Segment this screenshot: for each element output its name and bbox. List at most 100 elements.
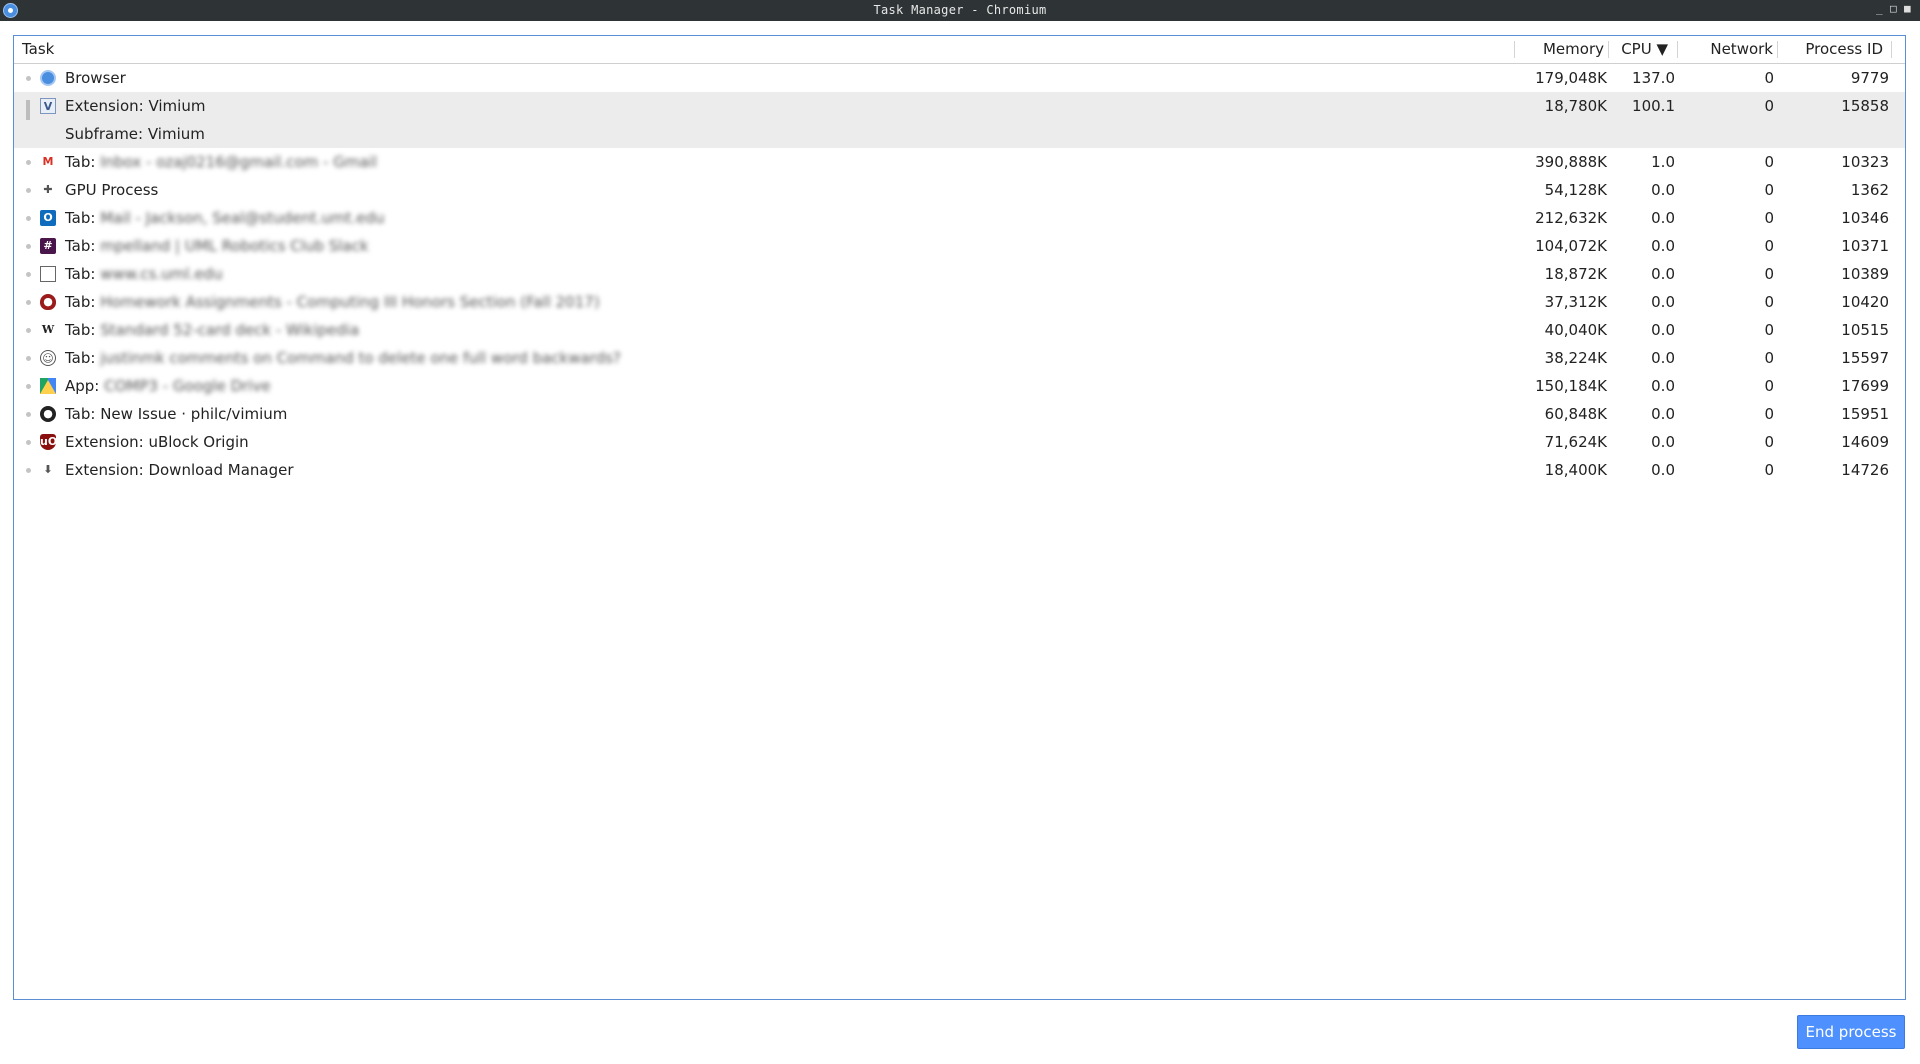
- task-label: GPU Process: [65, 181, 159, 199]
- task-label: Tab:: [65, 321, 96, 339]
- table-row[interactable]: ● Tab: New Issue · philc/vimium 60,848K 0.0…: [14, 400, 1905, 428]
- cpu-cell: 100.1: [1632, 97, 1675, 115]
- maximize-button[interactable]: □: [1890, 2, 1897, 15]
- end-process-button[interactable]: End process: [1797, 1015, 1905, 1049]
- row-bullet: [26, 244, 31, 249]
- cpu-cell: 0.0: [1651, 321, 1675, 339]
- vimium-icon: V: [40, 98, 56, 114]
- row-bullet: [26, 412, 31, 417]
- task-name: Tab: Inbox - ozaj0216@gmail.com - Gmail: [65, 148, 377, 176]
- task-name: Tab: justinmk comments on Command to del…: [65, 344, 621, 372]
- memory-cell: 390,888K: [1535, 153, 1607, 171]
- table-row[interactable]: uO Extension: uBlock Origin 71,624K 0.0 0 146…: [14, 428, 1905, 456]
- column-divider[interactable]: [1891, 41, 1892, 58]
- row-bullet: [26, 160, 31, 165]
- column-divider[interactable]: [1677, 41, 1678, 58]
- column-divider[interactable]: [1608, 41, 1609, 58]
- minimize-button[interactable]: _: [1876, 2, 1883, 15]
- slack-icon: #: [40, 238, 56, 254]
- column-header-memory[interactable]: Memory: [1543, 36, 1604, 63]
- network-cell: 0: [1764, 433, 1774, 451]
- task-name: Tab: Standard 52-card deck - Wikipedia: [65, 316, 359, 344]
- memory-cell: 18,872K: [1544, 265, 1607, 283]
- task-table: Task Memory CPU ▼ Network Process ID Bro…: [13, 35, 1906, 1000]
- task-label: Tab:: [65, 265, 96, 283]
- cpu-cell: 0.0: [1651, 265, 1675, 283]
- download-icon: ⬇: [43, 463, 53, 476]
- cpu-cell: 0.0: [1651, 405, 1675, 423]
- task-name: GPU Process: [65, 176, 158, 204]
- wikipedia-icon: W: [41, 323, 55, 336]
- task-detail-redacted: Mail - Jackson, Seal@student.umt.edu: [100, 209, 385, 227]
- task-label: Tab:: [65, 349, 96, 367]
- row-bullet: [26, 440, 31, 445]
- table-row[interactable]: Tab: www.cs.uml.edu 18,872K 0.0 0 10389: [14, 260, 1905, 288]
- network-cell: 0: [1764, 349, 1774, 367]
- memory-cell: 37,312K: [1544, 293, 1607, 311]
- task-label: Extension: uBlock Origin: [65, 433, 249, 451]
- task-name: Tab: Homework Assignments - Computing II…: [65, 288, 600, 316]
- table-row[interactable]: ☺ Tab: justinmk comments on Command to de…: [14, 344, 1905, 372]
- table-row[interactable]: W Tab: Standard 52-card deck - Wikipedia 4…: [14, 316, 1905, 344]
- task-detail-redacted: justinmk comments on Command to delete o…: [100, 349, 621, 367]
- task-label: Tab:: [65, 293, 96, 311]
- process-id-cell: 15858: [1841, 97, 1889, 115]
- table-row[interactable]: ⬇ Extension: Download Manager 18,400K 0.0 0 1…: [14, 456, 1905, 484]
- task-name: App: COMP3 - Google Drive: [65, 372, 271, 400]
- task-detail-redacted: COMP3 - Google Drive: [104, 377, 271, 395]
- network-cell: 0: [1764, 265, 1774, 283]
- network-cell: 0: [1764, 237, 1774, 255]
- table-row[interactable]: V Extension: Vimium 18,780K 100.1 0 15858: [14, 92, 1905, 136]
- process-id-cell: 14726: [1841, 461, 1889, 479]
- network-cell: 0: [1764, 377, 1774, 395]
- task-label: Tab: New Issue · philc/vimium: [65, 405, 288, 423]
- cpu-cell: 1.0: [1651, 153, 1675, 171]
- memory-cell: 60,848K: [1544, 405, 1607, 423]
- column-divider[interactable]: [1777, 41, 1778, 58]
- table-row[interactable]: # Tab: mpelland | UML Robotics Club Slack…: [14, 232, 1905, 260]
- column-divider[interactable]: [1514, 41, 1515, 58]
- close-button[interactable]: ■: [1904, 2, 1911, 15]
- task-label: Subframe: Vimium: [65, 125, 205, 143]
- table-row[interactable]: ● Tab: Homework Assignments - Computing I…: [14, 288, 1905, 316]
- network-cell: 0: [1764, 181, 1774, 199]
- process-id-cell: 10389: [1841, 265, 1889, 283]
- row-bullet: [26, 328, 31, 333]
- task-name: Tab: mpelland | UML Robotics Club Slack: [65, 232, 369, 260]
- process-id-cell: 10371: [1841, 237, 1889, 255]
- memory-cell: 40,040K: [1544, 321, 1607, 339]
- process-id-cell: 17699: [1841, 377, 1889, 395]
- task-label: App:: [65, 377, 100, 395]
- network-cell: 0: [1764, 405, 1774, 423]
- memory-cell: 38,224K: [1544, 349, 1607, 367]
- table-row[interactable]: App: COMP3 - Google Drive 150,184K 0.0 0 176…: [14, 372, 1905, 400]
- cpu-cell: 0.0: [1651, 461, 1675, 479]
- task-label: Browser: [65, 69, 126, 87]
- column-header-task[interactable]: Task: [22, 36, 54, 63]
- process-id-cell: 14609: [1841, 433, 1889, 451]
- table-row[interactable]: ✚ GPU Process 54,128K 0.0 0 1362: [14, 176, 1905, 204]
- network-cell: 0: [1764, 97, 1774, 115]
- table-row[interactable]: M Tab: Inbox - ozaj0216@gmail.com - Gmail…: [14, 148, 1905, 176]
- task-label: Tab:: [65, 153, 96, 171]
- task-name: Tab: Mail - Jackson, Seal@student.umt.ed…: [65, 204, 384, 232]
- task-detail-redacted: Inbox - ozaj0216@gmail.com - Gmail: [100, 153, 377, 171]
- process-id-cell: 9779: [1850, 69, 1889, 87]
- table-row[interactable]: O Tab: Mail - Jackson, Seal@student.umt.e…: [14, 204, 1905, 232]
- task-name: Extension: Vimium: [65, 92, 205, 120]
- network-cell: 0: [1764, 293, 1774, 311]
- task-label: Extension: Download Manager: [65, 461, 294, 479]
- google-drive-icon: [40, 378, 56, 394]
- table-row[interactable]: Browser 179,048K 137.0 0 9779: [14, 64, 1905, 92]
- row-bullet: [26, 468, 31, 473]
- memory-cell: 18,400K: [1544, 461, 1607, 479]
- cpu-cell: 0.0: [1651, 377, 1675, 395]
- table-row[interactable]: Subframe: Vimium: [14, 120, 1905, 148]
- column-header-cpu[interactable]: CPU ▼: [1621, 36, 1668, 63]
- outlook-icon: O: [40, 210, 56, 226]
- page-icon: [40, 266, 56, 282]
- task-name: Browser: [65, 64, 126, 92]
- column-header-network[interactable]: Network: [1710, 36, 1773, 63]
- network-cell: 0: [1764, 461, 1774, 479]
- column-header-process-id[interactable]: Process ID: [1805, 36, 1883, 63]
